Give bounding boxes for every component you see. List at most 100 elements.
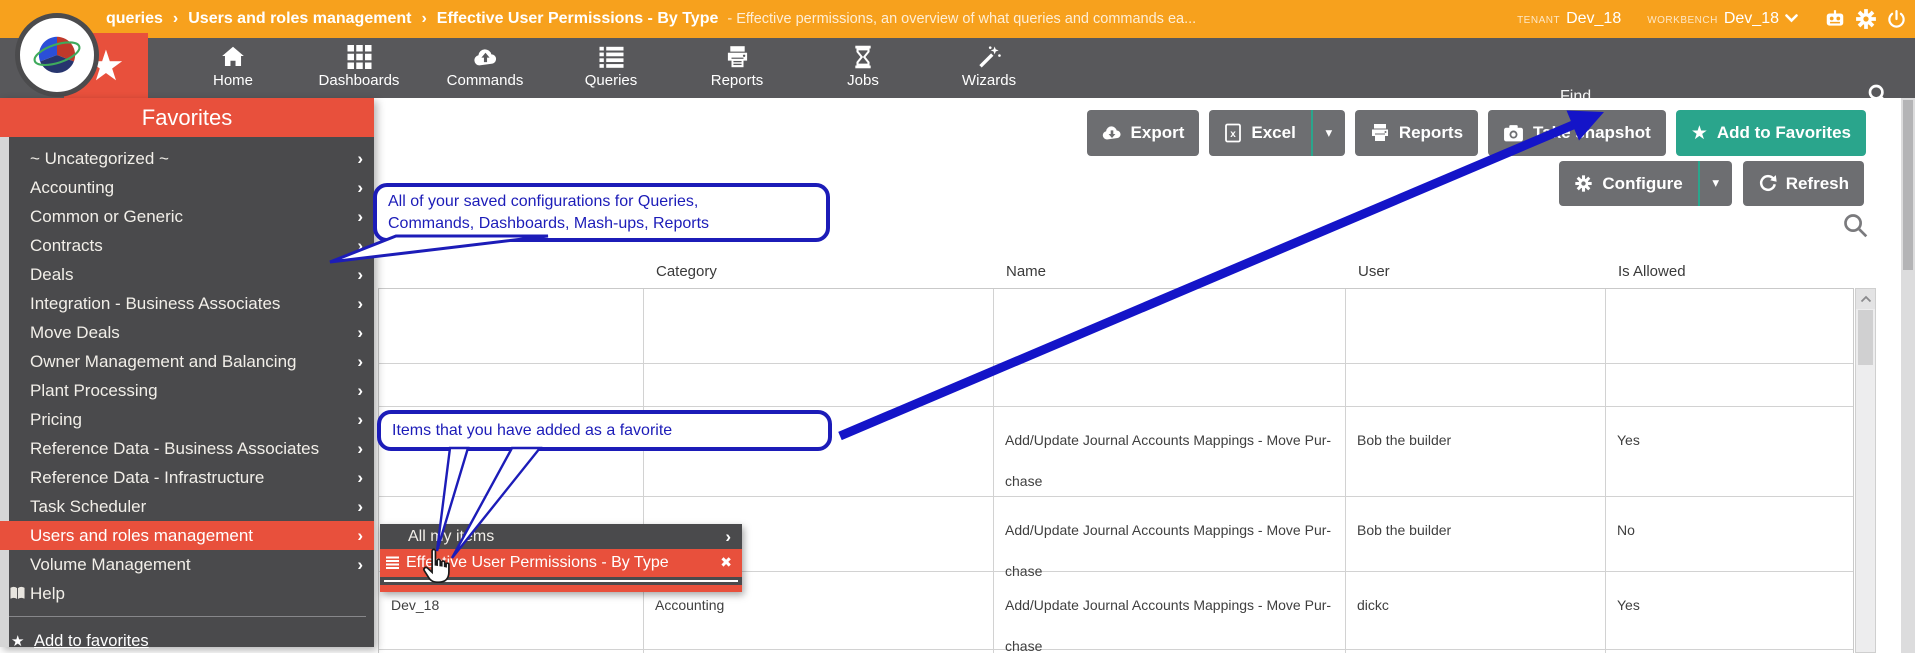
workbench-label: WORKBENCH [1647, 15, 1718, 26]
nav-item-queries[interactable]: Queries [548, 38, 674, 98]
favorites-panel-body: ~ Uncategorized ~ › Accounting › Common … [0, 137, 374, 647]
page-scrollbar[interactable] [1901, 98, 1915, 653]
find-input[interactable] [1540, 88, 1867, 106]
settings-gear-icon[interactable] [1855, 8, 1877, 30]
table-scrollbar[interactable] [1855, 288, 1876, 653]
column-header-user[interactable]: User [1358, 263, 1390, 280]
grid-search-icon[interactable] [1842, 212, 1869, 244]
excel-file-icon: x [1224, 123, 1242, 143]
table-cell[interactable]: Add/Update Journal Accounts Mappings - M… [1005, 585, 1333, 653]
table-cell[interactable]: Yes [1617, 585, 1842, 626]
submenu-item-all-my-items[interactable]: All my items › [380, 524, 742, 549]
configure-dropdown-caret[interactable]: ▾ [1698, 161, 1732, 206]
page-scrollbar-thumb[interactable] [1903, 100, 1913, 270]
chevron-right-icon: › [357, 405, 363, 434]
toolbar-primary: Export x Excel ▾ Reports Take snapshot ★… [1087, 110, 1866, 156]
export-button[interactable]: Export [1087, 110, 1200, 156]
dashboards-icon [347, 45, 372, 69]
power-icon[interactable] [1886, 9, 1907, 30]
sidebar-item-accounting[interactable]: Accounting › [0, 173, 374, 202]
breadcrumb-item[interactable]: Users and roles management [188, 10, 411, 28]
star-icon: ★ [11, 626, 24, 653]
excel-button[interactable]: x Excel [1209, 110, 1310, 156]
table-cell[interactable]: Bob the builder [1357, 420, 1593, 461]
breadcrumb-item[interactable]: queries [106, 10, 163, 28]
nav-item-reports[interactable]: Reports [674, 38, 800, 98]
topbar-icons [1824, 8, 1907, 30]
excel-dropdown-caret[interactable]: ▾ [1311, 110, 1345, 156]
sidebar-item-users-and-roles-management[interactable]: Users and roles management › [0, 521, 374, 550]
nav-item-jobs[interactable]: Jobs [800, 38, 926, 98]
sidebar-item-reference-data-business-associates[interactable]: Reference Data - Business Associates › [0, 434, 374, 463]
sidebar-item-deals[interactable]: Deals › [0, 260, 374, 289]
column-header-category[interactable]: Category [656, 263, 717, 280]
chevron-right-icon: › [357, 289, 363, 318]
sidebar-item-help[interactable]: Help [0, 579, 374, 608]
sidebar-item-plant-processing[interactable]: Plant Processing › [0, 376, 374, 405]
chevron-right-icon: › [357, 376, 363, 405]
add-to-favorites-button[interactable]: ★ Add to Favorites [1676, 110, 1866, 156]
workbench-value: Dev_18 [1724, 10, 1779, 28]
sidebar-item-reference-data-infrastructure[interactable]: Reference Data - Infrastructure › [0, 463, 374, 492]
app-logo[interactable] [15, 13, 99, 97]
table-cell[interactable]: Yes [1617, 420, 1842, 461]
scroll-up-button[interactable] [1856, 289, 1875, 309]
close-icon[interactable]: ✖ [720, 549, 732, 577]
submenu-item-effective-user-permissions[interactable]: Effective User Permissions - By Type ✖ [380, 549, 742, 577]
table-cell[interactable]: Bob the builder [1357, 510, 1593, 551]
annotation-saved-configurations: All of your saved configurations for Que… [373, 183, 830, 242]
breadcrumb: queries›Users and roles management›Effec… [106, 0, 1196, 38]
sidebar-item-common-or-generic[interactable]: Common or Generic › [0, 202, 374, 231]
chevron-right-icon: › [357, 347, 363, 376]
sidebar-item-integration-business-associates[interactable]: Integration - Business Associates › [0, 289, 374, 318]
tenant-indicator: TENANT Dev_18 [1517, 10, 1621, 28]
refresh-button[interactable]: Refresh [1743, 161, 1864, 206]
camera-icon [1503, 124, 1524, 143]
reports-button[interactable]: Reports [1355, 110, 1478, 156]
refresh-icon [1758, 174, 1777, 193]
menu-separator [8, 616, 366, 617]
all-my-items-label: All my items [408, 528, 494, 545]
configure-button[interactable]: Configure [1559, 161, 1697, 206]
nav-item-commands[interactable]: Commands [422, 38, 548, 98]
tenant-value: Dev_18 [1566, 10, 1621, 28]
take-snapshot-button[interactable]: Take snapshot [1488, 110, 1666, 156]
annotation-line-2: Commands, Dashboards, Mash-ups, Reports [388, 213, 815, 235]
nav-item-dashboards[interactable]: Dashboards [296, 38, 422, 98]
workbench-selector[interactable]: WORKBENCH Dev_18 [1647, 10, 1798, 28]
nav-item-home[interactable]: Home [170, 38, 296, 98]
table-cell[interactable]: dickc [1357, 585, 1593, 626]
search-icon[interactable] [1867, 83, 1890, 111]
sidebar-item-volume-management[interactable]: Volume Management › [0, 550, 374, 579]
book-icon [9, 586, 26, 601]
sidebar-item-contracts[interactable]: Contracts › [0, 231, 374, 260]
sidebar-item-task-scheduler[interactable]: Task Scheduler › [0, 492, 374, 521]
sidebar-item-owner-management-and-balancing[interactable]: Owner Management and Balancing › [0, 347, 374, 376]
nav-item-wizards[interactable]: Wizards [926, 38, 1052, 98]
add-to-favorites-link[interactable]: ★ Add to favorites [0, 626, 374, 653]
chevron-right-icon: › [357, 521, 363, 550]
chevron-right-icon: › [357, 550, 363, 579]
sidebar-item-uncategorized[interactable]: ~ Uncategorized ~ › [0, 144, 374, 173]
favorites-panel: Favorites ~ Uncategorized ~ › Accounting… [0, 98, 374, 647]
configure-split-button: Configure ▾ [1559, 161, 1731, 206]
chevron-right-icon: › [357, 260, 363, 289]
user-robot-icon[interactable] [1824, 8, 1846, 30]
column-header-is-allowed[interactable]: Is Allowed [1618, 263, 1686, 280]
logo-icon [31, 29, 83, 81]
sidebar-item-move-deals[interactable]: Move Deals › [0, 318, 374, 347]
table-cell[interactable]: No [1617, 510, 1842, 551]
topbar-right: TENANT Dev_18 WORKBENCH Dev_18 [1517, 0, 1907, 38]
table-cell[interactable]: Add/Update Journal Accounts Mappings - M… [1005, 420, 1333, 502]
sidebar-item-pricing[interactable]: Pricing › [0, 405, 374, 434]
grid-row-line [379, 406, 1853, 407]
column-header-name[interactable]: Name [1006, 263, 1046, 280]
breadcrumb-item[interactable]: Effective User Permissions - By Type [437, 10, 719, 28]
add-to-favorites-label: Add to favorites [34, 632, 149, 650]
annotation-favorite-items: Items that you have added as a favorite [377, 410, 832, 451]
cloud-download-icon [1102, 123, 1122, 143]
table-scrollbar-thumb[interactable] [1858, 310, 1873, 365]
table-cell[interactable]: Add/Update Journal Accounts Mappings - M… [1005, 510, 1333, 592]
chevron-down-icon [1785, 10, 1798, 28]
grid-column-line [1345, 289, 1346, 653]
